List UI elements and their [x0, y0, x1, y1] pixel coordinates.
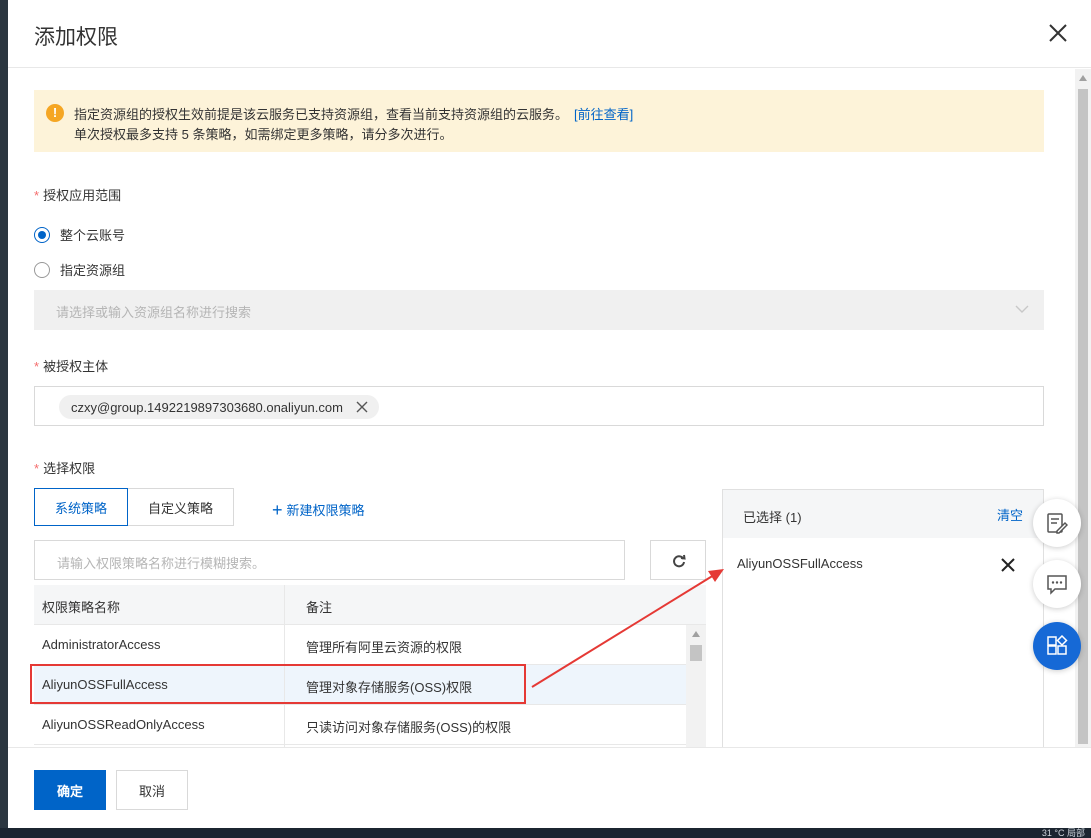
cancel-button[interactable]: 取消 — [116, 770, 188, 810]
edit-note-icon — [1047, 513, 1068, 534]
apps-button[interactable] — [1033, 622, 1081, 670]
os-taskbar: 31 °C 局部 — [0, 828, 1091, 838]
scroll-up-icon[interactable] — [1079, 75, 1087, 81]
dialog-footer: 确定 取消 — [8, 747, 1091, 828]
chat-icon — [1047, 575, 1067, 595]
feedback-edit-button[interactable] — [1033, 499, 1081, 547]
dialog-title: 添加权限 — [34, 26, 118, 49]
annotation-arrow — [531, 569, 724, 688]
chat-button[interactable] — [1033, 560, 1081, 608]
apps-icon — [1047, 635, 1068, 655]
close-icon[interactable] — [1045, 20, 1071, 46]
add-permission-dialog: 添加权限 ! 指定资源组的授权生效前提是该云服务已支持资源组，查看当前支持资源组… — [8, 0, 1091, 828]
dialog-body: ! 指定资源组的授权生效前提是该云服务已支持资源组，查看当前支持资源组的云服务。… — [8, 69, 1075, 747]
confirm-button[interactable]: 确定 — [34, 770, 106, 810]
dialog-header: 添加权限 — [8, 0, 1091, 68]
taskbar-text: 31 °C 局部 — [1041, 828, 1085, 838]
background-page-edge — [0, 0, 8, 828]
